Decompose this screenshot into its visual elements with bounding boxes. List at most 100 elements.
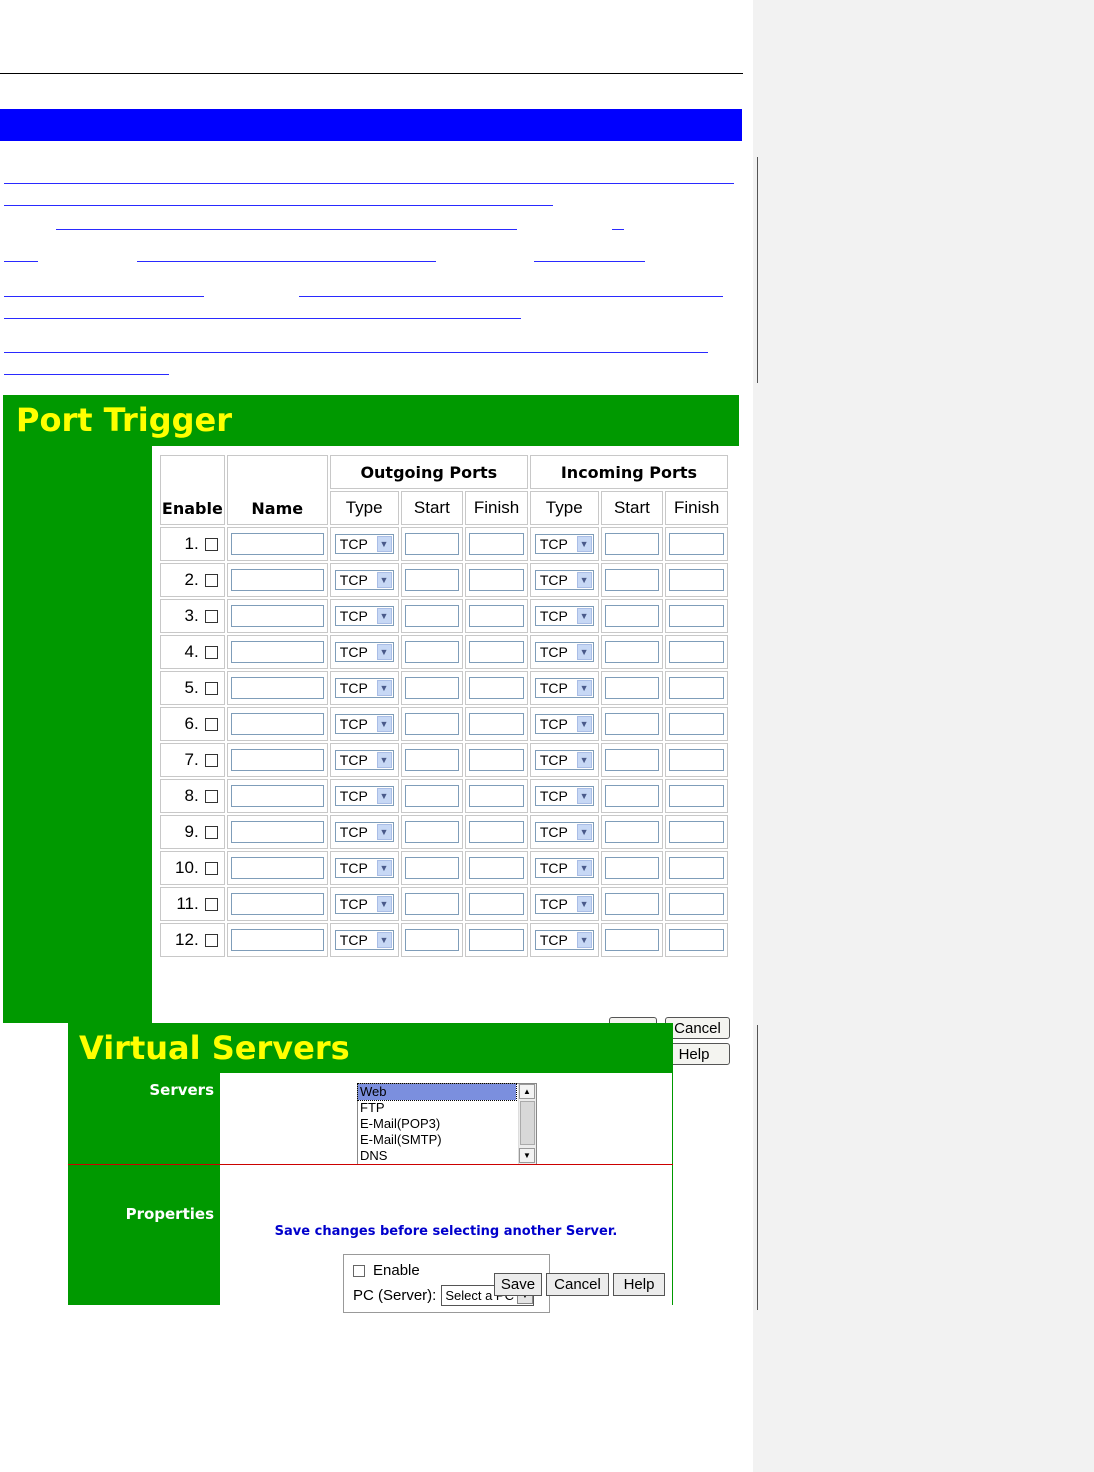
outgoing-finish-input[interactable] [469,641,524,663]
incoming-type-select[interactable]: TCP ▼ [534,858,594,878]
chevron-down-icon[interactable]: ▼ [576,788,592,804]
chevron-down-icon[interactable]: ▼ [576,752,592,768]
incoming-type-select[interactable]: TCP ▼ [534,822,594,842]
incoming-start-input[interactable] [604,821,660,843]
incoming-start-input[interactable] [604,893,660,915]
chevron-down-icon[interactable]: ▼ [376,788,392,804]
outgoing-start-input[interactable] [404,641,460,663]
enable-checkbox[interactable] [204,610,218,624]
chevron-down-icon[interactable]: ▼ [576,680,592,696]
chevron-down-icon[interactable]: ▼ [576,896,592,912]
incoming-finish-input[interactable] [669,713,724,735]
enable-checkbox[interactable] [204,826,218,840]
incoming-finish-input[interactable] [669,929,724,951]
incoming-type-select[interactable]: TCP ▼ [534,786,594,806]
name-input[interactable] [230,929,324,951]
server-list-item[interactable]: E-Mail(POP3) [358,1116,516,1132]
outgoing-type-select[interactable]: TCP ▼ [334,894,394,914]
scroll-down-icon[interactable]: ▼ [519,1148,535,1163]
chevron-down-icon[interactable]: ▼ [376,896,392,912]
chevron-down-icon[interactable]: ▼ [576,716,592,732]
server-list-item[interactable]: FTP [358,1100,516,1116]
enable-checkbox[interactable] [204,754,218,768]
enable-checkbox[interactable] [204,898,218,912]
chevron-down-icon[interactable]: ▼ [576,932,592,948]
enable-checkbox[interactable] [204,718,218,732]
incoming-type-select[interactable]: TCP ▼ [534,714,594,734]
name-input[interactable] [230,605,324,627]
incoming-start-input[interactable] [604,713,660,735]
chevron-down-icon[interactable]: ▼ [576,608,592,624]
outgoing-start-input[interactable] [404,821,460,843]
outgoing-finish-input[interactable] [469,605,524,627]
name-input[interactable] [230,893,324,915]
incoming-start-input[interactable] [604,857,660,879]
outgoing-type-select[interactable]: TCP ▼ [334,534,394,554]
outgoing-finish-input[interactable] [469,821,524,843]
chevron-down-icon[interactable]: ▼ [576,536,592,552]
incoming-type-select[interactable]: TCP ▼ [534,570,594,590]
name-input[interactable] [230,569,324,591]
pt-cancel-button[interactable]: Cancel [665,1017,730,1039]
enable-checkbox[interactable] [204,682,218,696]
chevron-down-icon[interactable]: ▼ [576,860,592,876]
incoming-type-select[interactable]: TCP ▼ [534,894,594,914]
incoming-type-select[interactable]: TCP ▼ [534,678,594,698]
server-list-item[interactable]: DNS [358,1148,516,1164]
chevron-down-icon[interactable]: ▼ [576,572,592,588]
incoming-finish-input[interactable] [669,785,724,807]
incoming-finish-input[interactable] [669,677,724,699]
incoming-finish-input[interactable] [669,569,724,591]
name-input[interactable] [230,821,324,843]
outgoing-type-select[interactable]: TCP ▼ [334,786,394,806]
vs-help-button[interactable]: Help [613,1273,665,1296]
incoming-start-input[interactable] [604,929,660,951]
name-input[interactable] [230,749,324,771]
incoming-start-input[interactable] [604,749,660,771]
outgoing-finish-input[interactable] [469,713,524,735]
chevron-down-icon[interactable]: ▼ [376,644,392,660]
enable-checkbox[interactable] [204,646,218,660]
servers-scrollbar[interactable]: ▲ ▼ [518,1084,536,1164]
name-input[interactable] [230,533,324,555]
outgoing-finish-input[interactable] [469,893,524,915]
name-input[interactable] [230,857,324,879]
chevron-down-icon[interactable]: ▼ [376,752,392,768]
outgoing-type-select[interactable]: TCP ▼ [334,750,394,770]
outgoing-start-input[interactable] [404,893,460,915]
incoming-finish-input[interactable] [669,533,724,555]
chevron-down-icon[interactable]: ▼ [376,716,392,732]
name-input[interactable] [230,677,324,699]
incoming-finish-input[interactable] [669,857,724,879]
chevron-down-icon[interactable]: ▼ [376,572,392,588]
outgoing-start-input[interactable] [404,857,460,879]
outgoing-finish-input[interactable] [469,857,524,879]
outgoing-type-select[interactable]: TCP ▼ [334,822,394,842]
incoming-type-select[interactable]: TCP ▼ [534,750,594,770]
outgoing-start-input[interactable] [404,929,460,951]
incoming-start-input[interactable] [604,785,660,807]
outgoing-start-input[interactable] [404,713,460,735]
incoming-start-input[interactable] [604,569,660,591]
chevron-down-icon[interactable]: ▼ [376,824,392,840]
name-input[interactable] [230,641,324,663]
outgoing-start-input[interactable] [404,677,460,699]
incoming-finish-input[interactable] [669,893,724,915]
server-list-item[interactable]: Web [357,1083,517,1101]
enable-checkbox[interactable] [204,538,218,552]
incoming-finish-input[interactable] [669,749,724,771]
outgoing-type-select[interactable]: TCP ▼ [334,930,394,950]
outgoing-type-select[interactable]: TCP ▼ [334,858,394,878]
name-input[interactable] [230,713,324,735]
incoming-type-select[interactable]: TCP ▼ [534,930,594,950]
incoming-start-input[interactable] [604,605,660,627]
chevron-down-icon[interactable]: ▼ [376,608,392,624]
incoming-finish-input[interactable] [669,641,724,663]
incoming-start-input[interactable] [604,533,660,555]
chevron-down-icon[interactable]: ▼ [376,680,392,696]
chevron-down-icon[interactable]: ▼ [576,644,592,660]
outgoing-type-select[interactable]: TCP ▼ [334,606,394,626]
outgoing-type-select[interactable]: TCP ▼ [334,642,394,662]
enable-checkbox[interactable] [204,790,218,804]
outgoing-type-select[interactable]: TCP ▼ [334,714,394,734]
